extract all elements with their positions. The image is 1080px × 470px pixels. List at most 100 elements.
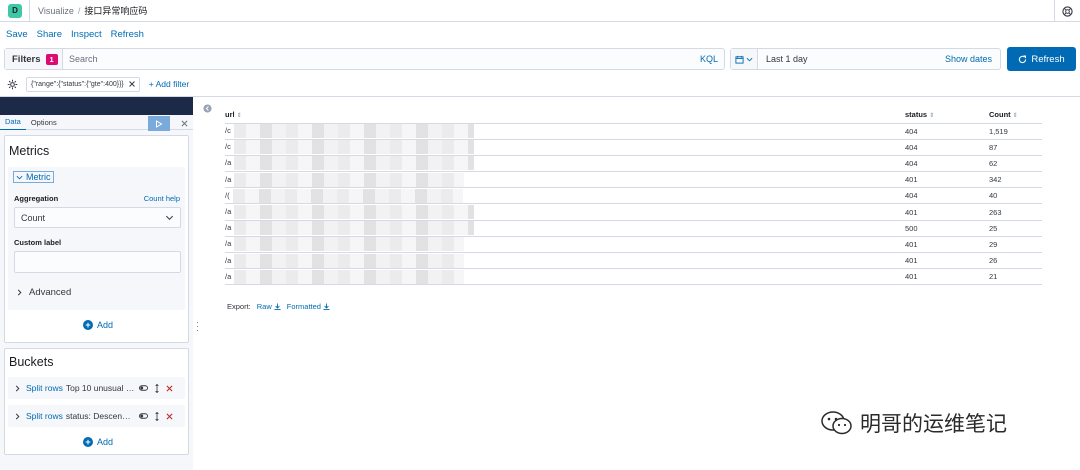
export-raw-link[interactable]: Raw	[257, 302, 281, 311]
drag-handle-icon[interactable]	[155, 411, 159, 421]
cell-status: 404	[905, 123, 989, 140]
save-link[interactable]: Save	[6, 29, 28, 40]
cell-count: 62	[989, 155, 1042, 173]
download-icon	[274, 303, 281, 310]
discard-button[interactable]	[178, 117, 190, 129]
cell-status: 404	[905, 187, 989, 205]
table-row: /a 401 342	[225, 171, 1042, 189]
apply-changes-button[interactable]	[148, 116, 170, 131]
cell-count: 40	[989, 187, 1042, 205]
filter-settings-button[interactable]	[2, 74, 22, 94]
custom-label-input[interactable]	[14, 251, 181, 273]
cell-status: 401	[905, 236, 989, 254]
column-header-status[interactable]: status ⇕	[905, 107, 989, 124]
redacted-url	[232, 188, 463, 203]
cell-url[interactable]: /c	[225, 123, 905, 140]
toggle-icon[interactable]	[138, 413, 148, 419]
filter-row: {"range":{"status":{"gte":400}}} + Add f…	[0, 74, 1080, 94]
advanced-toggle[interactable]: Advanced	[16, 287, 71, 298]
cell-url[interactable]: /a	[225, 220, 905, 237]
toggle-icon[interactable]	[138, 385, 148, 391]
play-icon	[156, 119, 163, 128]
cell-status: 401	[905, 171, 989, 189]
resize-handle[interactable]: · · ·	[196, 318, 199, 335]
quick-date-button[interactable]	[731, 49, 758, 69]
app-logo[interactable]: D	[8, 3, 22, 18]
refresh-link[interactable]: Refresh	[111, 29, 144, 40]
metrics-panel: Metrics Metric Aggregation Count help Co…	[4, 135, 189, 343]
data-table: url ⇕ status ⇕ Count ⇕ /c 404 1,519/c 404 87/a 4…	[225, 107, 1042, 286]
cell-url[interactable]: /a	[225, 155, 905, 173]
show-dates-link[interactable]: Show dates	[945, 54, 992, 64]
tab-data[interactable]: Data	[0, 115, 26, 130]
drag-handle-icon[interactable]	[155, 383, 159, 393]
table-row: /a 500 25	[225, 220, 1042, 237]
redacted-url	[234, 237, 465, 252]
help-button[interactable]	[1054, 0, 1080, 22]
export-bar: Export: Raw Formatted	[227, 302, 330, 311]
close-icon[interactable]	[128, 81, 135, 87]
delete-icon[interactable]	[166, 413, 173, 420]
aggregation-select[interactable]: Count	[14, 207, 181, 228]
kql-toggle[interactable]: KQL	[700, 54, 718, 64]
table-row: /c 404 87	[225, 139, 1042, 156]
custom-label-label: Custom label	[14, 238, 62, 247]
help-icon	[1062, 5, 1073, 17]
table-row: /c 404 1,519	[225, 123, 1042, 140]
buckets-title: Buckets	[9, 355, 54, 369]
cell-url[interactable]: /c	[225, 139, 905, 156]
filter-pill-label: {"range":{"status":{"gte":400}}}	[31, 80, 124, 88]
buckets-panel: Buckets Split rows Top 10 unusual terms …	[4, 348, 189, 455]
add-filter-button[interactable]: + Add filter	[149, 79, 189, 89]
filter-pill[interactable]: {"range":{"status":{"gte":400}}}	[26, 76, 140, 92]
bucket-row[interactable]: Split rows status: Descending	[8, 405, 185, 427]
redacted-url	[234, 221, 475, 236]
editor-sidebar: Data Options Metrics Metric Aggregation …	[0, 97, 193, 470]
filters-count-badge: 1	[45, 53, 58, 65]
column-header-url[interactable]: url ⇕	[225, 107, 905, 124]
top-nav-menu: Save Share Inspect Refresh	[0, 26, 144, 42]
metric-toggle[interactable]: Metric	[13, 171, 54, 183]
filters-button[interactable]: Filters 1	[5, 49, 63, 69]
table-row: /a 401 21	[225, 268, 1042, 286]
wechat-icon	[821, 411, 852, 435]
cell-url[interactable]: /a	[225, 268, 905, 286]
cell-url[interactable]: /a	[225, 236, 905, 254]
export-label: Export:	[227, 302, 251, 311]
cell-count: 29	[989, 236, 1042, 254]
redacted-url	[234, 253, 465, 268]
breadcrumb-visualize[interactable]: Visualize	[38, 6, 74, 16]
calendar-icon	[735, 55, 744, 64]
share-link[interactable]: Share	[37, 29, 62, 40]
add-metric-button[interactable]: + Add	[83, 320, 113, 330]
export-formatted-link[interactable]: Formatted	[287, 302, 330, 311]
table-row: /(404 40	[225, 187, 1042, 205]
cell-status: 401	[905, 268, 989, 286]
date-range-text[interactable]: Last 1 day	[766, 54, 945, 64]
count-help-link[interactable]: Count help	[144, 194, 180, 203]
tab-options[interactable]: Options	[26, 115, 62, 130]
cell-url[interactable]: /a	[225, 171, 905, 189]
inspect-link[interactable]: Inspect	[71, 29, 102, 40]
table-row: /a 404 62	[225, 155, 1042, 173]
delete-icon[interactable]	[166, 385, 173, 392]
breadcrumb-current: 接口异常响应码	[84, 6, 148, 16]
collapse-sidebar-button[interactable]	[203, 100, 212, 118]
search-input[interactable]	[63, 49, 700, 69]
refresh-button[interactable]: Refresh	[1007, 47, 1076, 71]
bucket-row[interactable]: Split rows Top 10 unusual terms of url	[8, 377, 185, 399]
cell-status: 404	[905, 155, 989, 173]
column-header-count[interactable]: Count ⇕	[989, 107, 1042, 124]
date-picker: Last 1 day Show dates	[730, 48, 1001, 70]
chevron-right-icon	[15, 413, 20, 419]
plus-icon: +	[83, 437, 93, 447]
aggregation-label: Aggregation	[14, 194, 59, 203]
add-bucket-button[interactable]: + Add	[83, 437, 113, 447]
cell-url[interactable]: /a	[225, 252, 905, 270]
gear-icon	[7, 79, 17, 89]
cell-url[interactable]: /a	[225, 203, 905, 221]
cell-count: 263	[989, 203, 1042, 221]
cell-url[interactable]: /(	[225, 187, 905, 205]
cell-count: 1,519	[989, 123, 1042, 140]
download-icon	[323, 303, 330, 310]
